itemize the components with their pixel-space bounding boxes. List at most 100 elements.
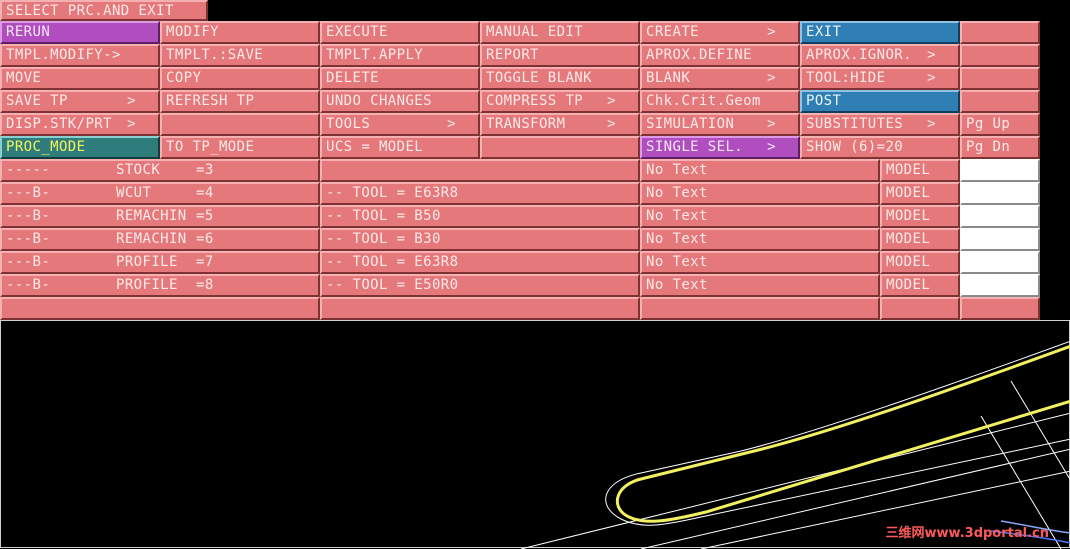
procedure-row-name[interactable]: ---B- REMACHIN =6 xyxy=(0,228,320,251)
menu-button-single-sel[interactable]: SINGLE SEL. > xyxy=(640,136,800,159)
procedure-tool[interactable]: -- TOOL = E63R8 xyxy=(320,251,640,274)
submenu-arrow-icon: > xyxy=(447,116,456,132)
menu-button-compress-tp[interactable]: COMPRESS TP > xyxy=(480,90,640,113)
procedure-color-swatch[interactable] xyxy=(960,182,1040,205)
menu-button-tmpl-modify[interactable]: TMPL.MODIFY-> xyxy=(0,44,160,67)
procedure-name: PROFILE xyxy=(116,277,178,293)
procedure-color-swatch[interactable] xyxy=(960,205,1040,228)
procedure-text-label: No Text xyxy=(646,254,708,270)
procedure-tool[interactable] xyxy=(320,159,640,182)
menu-button-manual-edit[interactable]: MANUAL EDIT xyxy=(480,21,640,44)
menu-button-substitutes[interactable]: SUBSTITUTES > xyxy=(800,113,960,136)
menu-button-pg-dn[interactable]: Pg Dn xyxy=(960,136,1040,159)
procedure-row-name[interactable]: ---B- PROFILE =8 xyxy=(0,274,320,297)
procedure-row-empty[interactable] xyxy=(320,297,640,320)
menu-button-label: EXIT xyxy=(806,24,842,40)
submenu-arrow-icon: > xyxy=(607,93,616,109)
menu-button-disp-stk-prt[interactable]: DISP.STK/PRT > xyxy=(0,113,160,136)
menu-button-proc-mode[interactable]: PROC_MODE xyxy=(0,136,160,159)
menu-button-ucs-model[interactable]: UCS = MODEL xyxy=(320,136,480,159)
menu-button-tool-hide[interactable]: TOOL:HIDE > xyxy=(800,67,960,90)
menu-button-post[interactable]: POST xyxy=(800,90,960,113)
menu-button-empty-row2-6[interactable] xyxy=(960,44,1040,67)
menu-button-modify[interactable]: MODIFY xyxy=(160,21,320,44)
procedure-ucs[interactable]: MODEL xyxy=(880,274,960,297)
menu-button-label: APROX.DEFINE xyxy=(646,47,752,63)
procedure-color-swatch[interactable] xyxy=(960,274,1040,297)
menu-button-blank[interactable]: BLANK > xyxy=(640,67,800,90)
menu-button-undo-changes[interactable]: UNDO CHANGES xyxy=(320,90,480,113)
menu-button-aprox-ignor[interactable]: APROX.IGNOR. > xyxy=(800,44,960,67)
menu-button-toggle-blank[interactable]: TOGGLE BLANK xyxy=(480,67,640,90)
menu-button-tools[interactable]: TOOLS > xyxy=(320,113,480,136)
menu-button-create[interactable]: CREATE > xyxy=(640,21,800,44)
procedure-number: =5 xyxy=(196,208,214,224)
procedure-row-name[interactable]: ----- STOCK =3 xyxy=(0,159,320,182)
procedure-row-empty[interactable] xyxy=(0,297,320,320)
procedure-ucs[interactable]: MODEL xyxy=(880,251,960,274)
procedure-row-empty[interactable] xyxy=(960,297,1040,320)
menu-button-delete[interactable]: DELETE xyxy=(320,67,480,90)
procedure-tool-text: -- TOOL = B30 xyxy=(326,231,441,247)
menu-button-empty-row5-1[interactable] xyxy=(160,113,320,136)
menu-button-to-tp-mode[interactable]: TO TP_MODE xyxy=(160,136,320,159)
procedure-color-swatch[interactable] xyxy=(960,228,1040,251)
menu-button-pg-up[interactable]: Pg Up xyxy=(960,113,1040,136)
menu-button-copy[interactable]: COPY xyxy=(160,67,320,90)
procedure-row-name[interactable]: ---B- REMACHIN =5 xyxy=(0,205,320,228)
menu-button-chk-crit-geom[interactable]: Chk.Crit.Geom xyxy=(640,90,800,113)
procedure-text-label: No Text xyxy=(646,162,708,178)
procedure-flags: ---B- xyxy=(6,277,51,293)
menu-button-label: SAVE TP xyxy=(6,93,68,109)
menu-button-label: TOGGLE BLANK xyxy=(486,70,592,86)
menu-button-execute[interactable]: EXECUTE xyxy=(320,21,480,44)
procedure-text[interactable]: No Text xyxy=(640,274,880,297)
procedure-color-swatch[interactable] xyxy=(960,251,1040,274)
procedure-text[interactable]: No Text xyxy=(640,205,880,228)
procedure-tool[interactable]: -- TOOL = E63R8 xyxy=(320,182,640,205)
menu-button-tmplt-apply[interactable]: TMPLT.APPLY xyxy=(320,44,480,67)
procedure-flags: ----- xyxy=(6,162,51,178)
menu-button-aprox-define[interactable]: APROX.DEFINE xyxy=(640,44,800,67)
procedure-row-name[interactable]: ---B- PROFILE =7 xyxy=(0,251,320,274)
procedure-ucs[interactable]: MODEL xyxy=(880,205,960,228)
menu-button-empty-row3-6[interactable] xyxy=(960,67,1040,90)
procedure-row-empty[interactable] xyxy=(640,297,880,320)
procedure-tool[interactable]: -- TOOL = B50 xyxy=(320,205,640,228)
menu-button-empty-row1-6[interactable] xyxy=(960,21,1040,44)
menu-button-show-6-20[interactable]: SHOW (6)=20 xyxy=(800,136,960,159)
menu-button-save-tp[interactable]: SAVE TP > xyxy=(0,90,160,113)
menu-button-move[interactable]: MOVE xyxy=(0,67,160,90)
menu-button-report[interactable]: REPORT xyxy=(480,44,640,67)
submenu-arrow-icon: > xyxy=(927,47,936,63)
procedure-text[interactable]: No Text xyxy=(640,228,880,251)
procedure-ucs[interactable]: MODEL xyxy=(880,159,960,182)
graphics-viewport[interactable]: 三维网www.3dportal.cn xyxy=(0,320,1070,549)
menu-button-rerun[interactable]: RERUN xyxy=(0,21,160,44)
menu-button-empty-row4-6[interactable] xyxy=(960,90,1040,113)
menu-button-transform[interactable]: TRANSFORM > xyxy=(480,113,640,136)
procedure-ucs[interactable]: MODEL xyxy=(880,228,960,251)
menu-button-refresh-tp[interactable]: REFRESH TP xyxy=(160,90,320,113)
submenu-arrow-icon: > xyxy=(927,116,936,132)
menu-button-label: COPY xyxy=(166,70,202,86)
menu-button-simulation[interactable]: SIMULATION > xyxy=(640,113,800,136)
procedure-tool-text: -- TOOL = B50 xyxy=(326,208,441,224)
menu-button-label: Pg Dn xyxy=(966,139,1011,155)
menu-button-label: BLANK xyxy=(646,70,691,86)
procedure-color-swatch[interactable] xyxy=(960,159,1040,182)
menu-button-empty-row6-3[interactable] xyxy=(480,136,640,159)
procedure-row-name[interactable]: ---B- WCUT =4 xyxy=(0,182,320,205)
toolpath-curve xyxy=(615,344,1070,523)
procedure-row-empty[interactable] xyxy=(880,297,960,320)
procedure-text[interactable]: No Text xyxy=(640,251,880,274)
submenu-arrow-icon: > xyxy=(127,116,136,132)
procedure-ucs[interactable]: MODEL xyxy=(880,182,960,205)
menu-button-exit[interactable]: EXIT xyxy=(800,21,960,44)
procedure-tool[interactable]: -- TOOL = E50R0 xyxy=(320,274,640,297)
menu-button-tmplt-save[interactable]: TMPLT.:SAVE xyxy=(160,44,320,67)
procedure-text[interactable]: No Text xyxy=(640,182,880,205)
procedure-number: =7 xyxy=(196,254,214,270)
procedure-text[interactable]: No Text xyxy=(640,159,880,182)
procedure-tool[interactable]: -- TOOL = B30 xyxy=(320,228,640,251)
